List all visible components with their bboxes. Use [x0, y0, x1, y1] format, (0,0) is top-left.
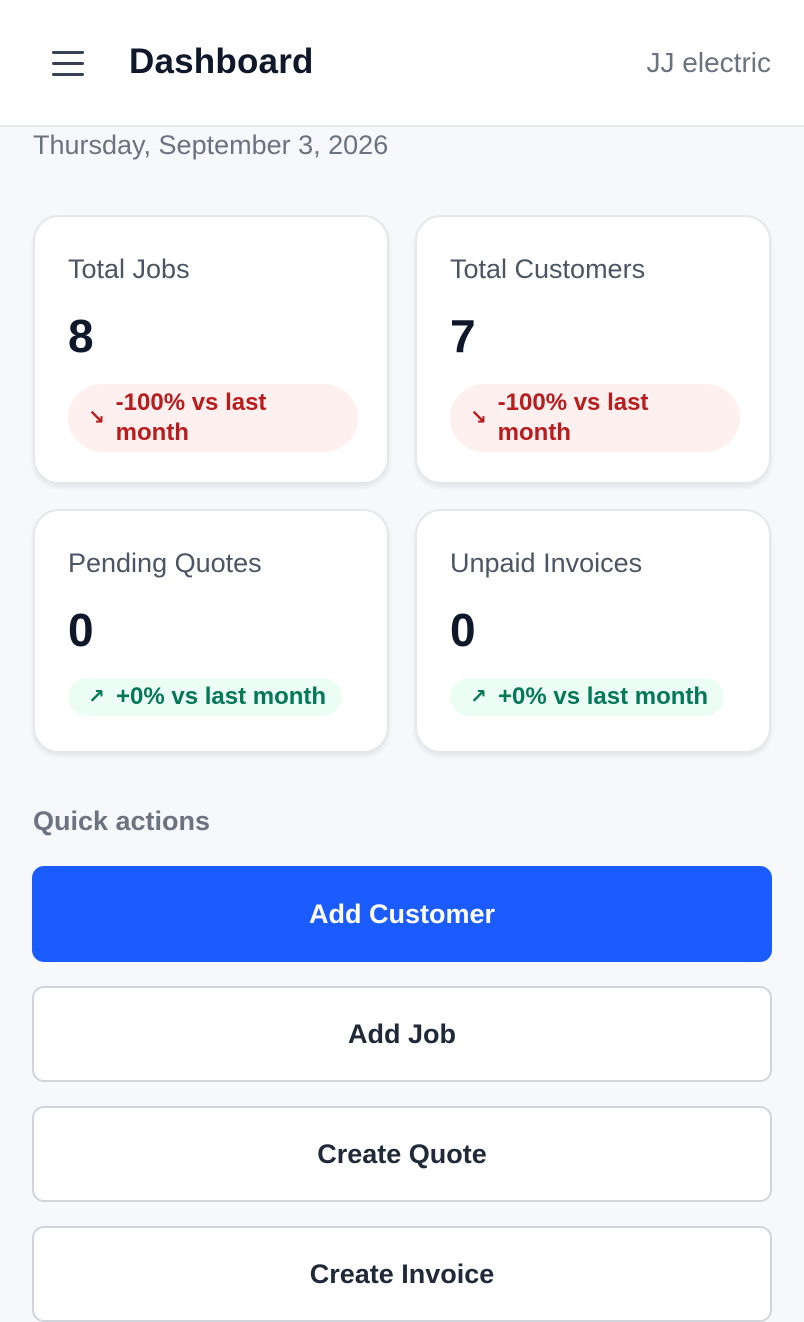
top-bar: Dashboard JJ electric [0, 0, 804, 127]
trend-text: -100% vs last month [115, 389, 267, 446]
create-invoice-button[interactable]: Create Invoice [32, 1226, 772, 1322]
trend-text: +0% vs last month [116, 683, 327, 710]
current-date: Thursday, September 3, 2026 [33, 130, 389, 160]
stat-label: Total Jobs [68, 254, 190, 284]
arrow-up-right-icon: ↗ [88, 686, 105, 708]
stat-card-pending-quotes[interactable]: Pending Quotes 0 ↗ +0% vs last month [33, 509, 389, 753]
quick-actions-title: Quick actions [33, 806, 211, 836]
stat-card-total-customers[interactable]: Total Customers 7 ↘ -100% vs last month [415, 215, 771, 484]
stat-value: 0 [68, 604, 94, 656]
trend-badge: ↗ +0% vs last month [68, 678, 343, 716]
stat-card-unpaid-invoices[interactable]: Unpaid Invoices 0 ↗ +0% vs last month [415, 509, 771, 753]
stat-value: 7 [450, 310, 476, 362]
add-customer-button[interactable]: Add Customer [32, 866, 772, 962]
stat-label: Unpaid Invoices [450, 548, 643, 578]
trend-text: +0% vs last month [498, 683, 709, 710]
trend-text: -100% vs last month [497, 389, 649, 446]
page-title: Dashboard [129, 42, 314, 81]
add-job-button[interactable]: Add Job [32, 986, 772, 1082]
trend-badge: ↗ +0% vs last month [450, 678, 725, 716]
arrow-down-right-icon: ↘ [88, 407, 105, 429]
stat-label: Pending Quotes [68, 548, 262, 578]
stat-value: 0 [450, 604, 476, 656]
hamburger-menu-icon[interactable] [52, 51, 84, 77]
arrow-down-right-icon: ↘ [470, 407, 487, 429]
trend-badge: ↘ -100% vs last month [68, 384, 358, 452]
create-quote-button[interactable]: Create Quote [32, 1106, 772, 1202]
company-name: JJ electric [646, 47, 771, 78]
stat-label: Total Customers [450, 254, 646, 284]
arrow-up-right-icon: ↗ [470, 686, 487, 708]
trend-badge: ↘ -100% vs last month [450, 384, 740, 452]
stat-value: 8 [68, 310, 94, 362]
stat-card-total-jobs[interactable]: Total Jobs 8 ↘ -100% vs last month [33, 215, 389, 484]
